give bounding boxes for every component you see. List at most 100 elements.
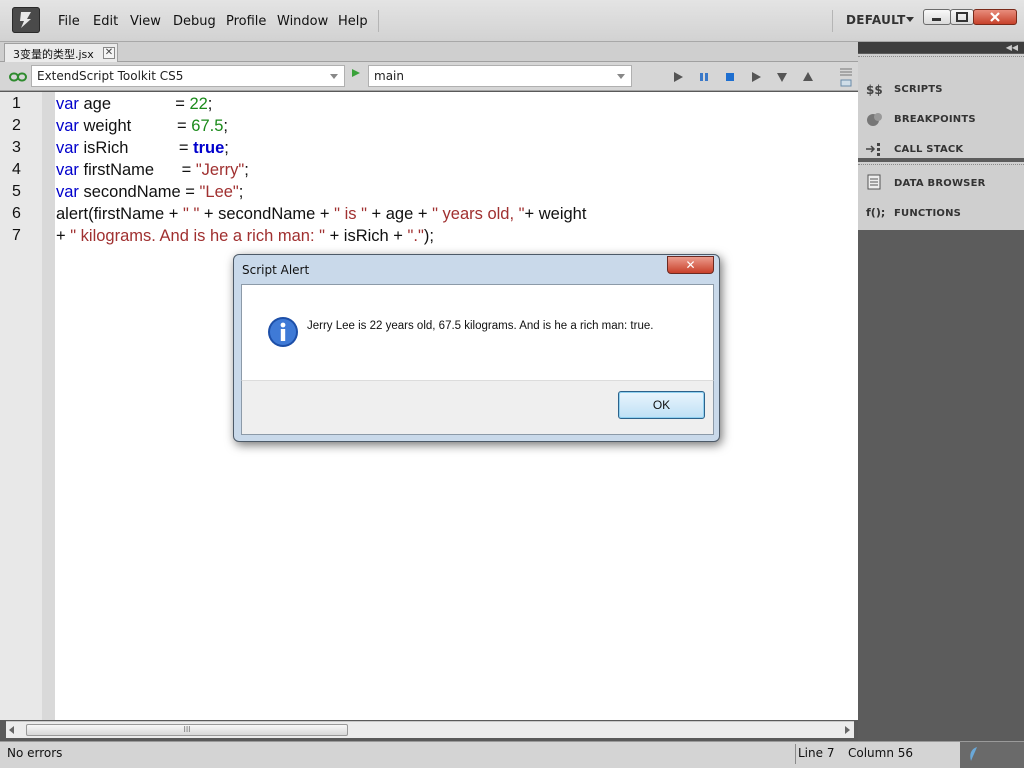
app-logo-icon[interactable] (12, 7, 40, 33)
code-token: ; (244, 161, 249, 179)
code-token: " kilograms. And is he a rich man: " (70, 227, 325, 245)
cursor-line: Line 7 (798, 746, 835, 760)
stop-icon[interactable] (724, 71, 736, 86)
code-token: firstName = (78, 161, 196, 179)
svg-text:$$: $$ (866, 83, 883, 96)
code-token: "Jerry" (195, 161, 245, 179)
menu-help[interactable]: Help (338, 14, 368, 29)
panel-dock-header: ◀◀ (858, 42, 1024, 53)
code-line[interactable]: + " kilograms. And is he a rich man: " +… (56, 227, 434, 246)
line-number: 4 (12, 161, 21, 178)
code-line[interactable]: var weight = 67.5; (56, 117, 228, 136)
dialog-close-button[interactable]: ✕ (667, 256, 714, 274)
code-line[interactable]: var isRich = true; (56, 139, 229, 158)
minimize-button[interactable] (923, 9, 951, 25)
collapse-panels-icon[interactable]: ◀◀ (1006, 43, 1018, 52)
status-message: No errors (7, 746, 63, 760)
panel-grip[interactable] (858, 164, 1024, 168)
debug-panel-group: $$ SCRIPTS BREAKPOINTS CALL STACK (858, 54, 1024, 158)
code-line[interactable]: var secondName = "Lee"; (56, 183, 243, 202)
menu-window[interactable]: Window (277, 14, 328, 29)
line-number: 5 (12, 183, 21, 200)
panel-item-scripts[interactable]: SCRIPTS (894, 84, 943, 95)
ok-button[interactable]: OK (618, 391, 705, 419)
right-panel-dock: ◀◀ $$ SCRIPTS BREAKPOINTS CALL STACK DAT… (858, 42, 1024, 741)
target-application-value: ExtendScript Toolkit CS5 (37, 69, 184, 83)
data-panel-group: DATA BROWSER f(); FUNCTIONS (858, 162, 1024, 230)
close-tab-icon[interactable]: ✕ (103, 47, 115, 59)
code-token: + secondName + (199, 205, 335, 223)
menu-view[interactable]: View (130, 14, 161, 29)
code-token: var (56, 95, 79, 113)
code-line[interactable]: var age = 22; (56, 95, 212, 114)
scroll-left-icon[interactable] (9, 726, 14, 734)
info-icon (267, 316, 299, 351)
close-window-button[interactable] (973, 9, 1017, 25)
line-number: 3 (12, 139, 21, 156)
panel-item-functions[interactable]: FUNCTIONS (894, 208, 961, 219)
breakpoint-gutter[interactable] (42, 92, 55, 720)
document-tab-bar: 3变量的类型.jsx ✕ (0, 42, 858, 62)
line-number: 7 (12, 227, 21, 244)
code-token: ; (207, 95, 213, 113)
functions-icon: f(); (866, 206, 886, 219)
document-tab-label: 3变量的类型.jsx (13, 48, 94, 61)
workspace-switcher[interactable]: DEFAULT (846, 13, 906, 27)
chevron-down-icon[interactable] (906, 17, 914, 22)
chevron-down-icon (330, 74, 338, 79)
target-application-select[interactable]: ExtendScript Toolkit CS5 (31, 65, 345, 87)
engine-value: main (374, 69, 404, 83)
engine-select[interactable]: main (368, 65, 632, 87)
status-bar: No errors Line 7 Column 56 (0, 741, 1024, 768)
code-token: var (56, 183, 79, 201)
link-icon[interactable] (9, 71, 27, 85)
menu-file[interactable]: File (58, 14, 80, 29)
code-token: ; (238, 183, 244, 201)
scrollbar-thumb[interactable]: III (26, 724, 348, 736)
title-bar: File Edit View Debug Profile Window Help… (0, 0, 1024, 42)
maximize-button[interactable] (950, 9, 974, 25)
scroll-right-icon[interactable] (845, 726, 850, 734)
data-browser-icon (866, 174, 884, 193)
run-icon[interactable] (672, 71, 684, 86)
menu-profile[interactable]: Profile (226, 14, 266, 29)
document-tab[interactable]: 3变量的类型.jsx ✕ (4, 43, 118, 62)
menu-edit[interactable]: Edit (93, 14, 118, 29)
code-token: secondName = (78, 183, 200, 201)
script-alert-dialog: Script Alert ✕ Jerry Lee is 22 years old… (233, 254, 720, 442)
code-token: " " (183, 205, 200, 223)
line-number: 6 (12, 205, 21, 222)
panel-item-call-stack[interactable]: CALL STACK (894, 144, 963, 155)
menu-debug[interactable]: Debug (173, 14, 216, 29)
cursor-column: Column 56 (848, 746, 914, 760)
chevron-down-icon (617, 74, 625, 79)
code-token: alert(firstName + (56, 205, 183, 223)
line-number: 1 (12, 95, 21, 112)
panel-item-data-browser[interactable]: DATA BROWSER (894, 178, 986, 189)
panel-item-breakpoints[interactable]: BREAKPOINTS (894, 114, 976, 125)
code-line[interactable]: var firstName = "Jerry"; (56, 161, 249, 180)
run-target-icon[interactable] (351, 67, 361, 81)
dialog-message: Jerry Lee is 22 years old, 67.5 kilogram… (307, 320, 654, 332)
panel-grip[interactable] (858, 56, 1024, 60)
step-into-icon[interactable] (776, 71, 788, 86)
panel-menu-icon[interactable] (839, 66, 853, 91)
code-token: "Lee" (199, 183, 239, 201)
code-token: ; (224, 139, 229, 157)
step-out-icon[interactable] (802, 71, 814, 86)
step-over-icon[interactable] (750, 71, 762, 86)
code-token: 67.5 (191, 117, 224, 135)
code-token: + isRich + (324, 227, 408, 245)
dialog-body: Jerry Lee is 22 years old, 67.5 kilogram… (241, 284, 714, 380)
call-stack-icon (866, 142, 884, 159)
code-token: true (193, 139, 225, 157)
code-token: isRich = (78, 139, 194, 157)
code-line[interactable]: alert(firstName + " " + secondName + " i… (56, 205, 586, 224)
code-token: 22 (189, 95, 208, 113)
editor-toolbar: ExtendScript Toolkit CS5 main (0, 62, 858, 91)
horizontal-scrollbar[interactable]: III (6, 721, 854, 738)
workspace-divider (832, 10, 833, 32)
code-token: " is " (334, 205, 367, 223)
menu-divider (378, 10, 379, 32)
pause-icon[interactable] (698, 71, 710, 86)
